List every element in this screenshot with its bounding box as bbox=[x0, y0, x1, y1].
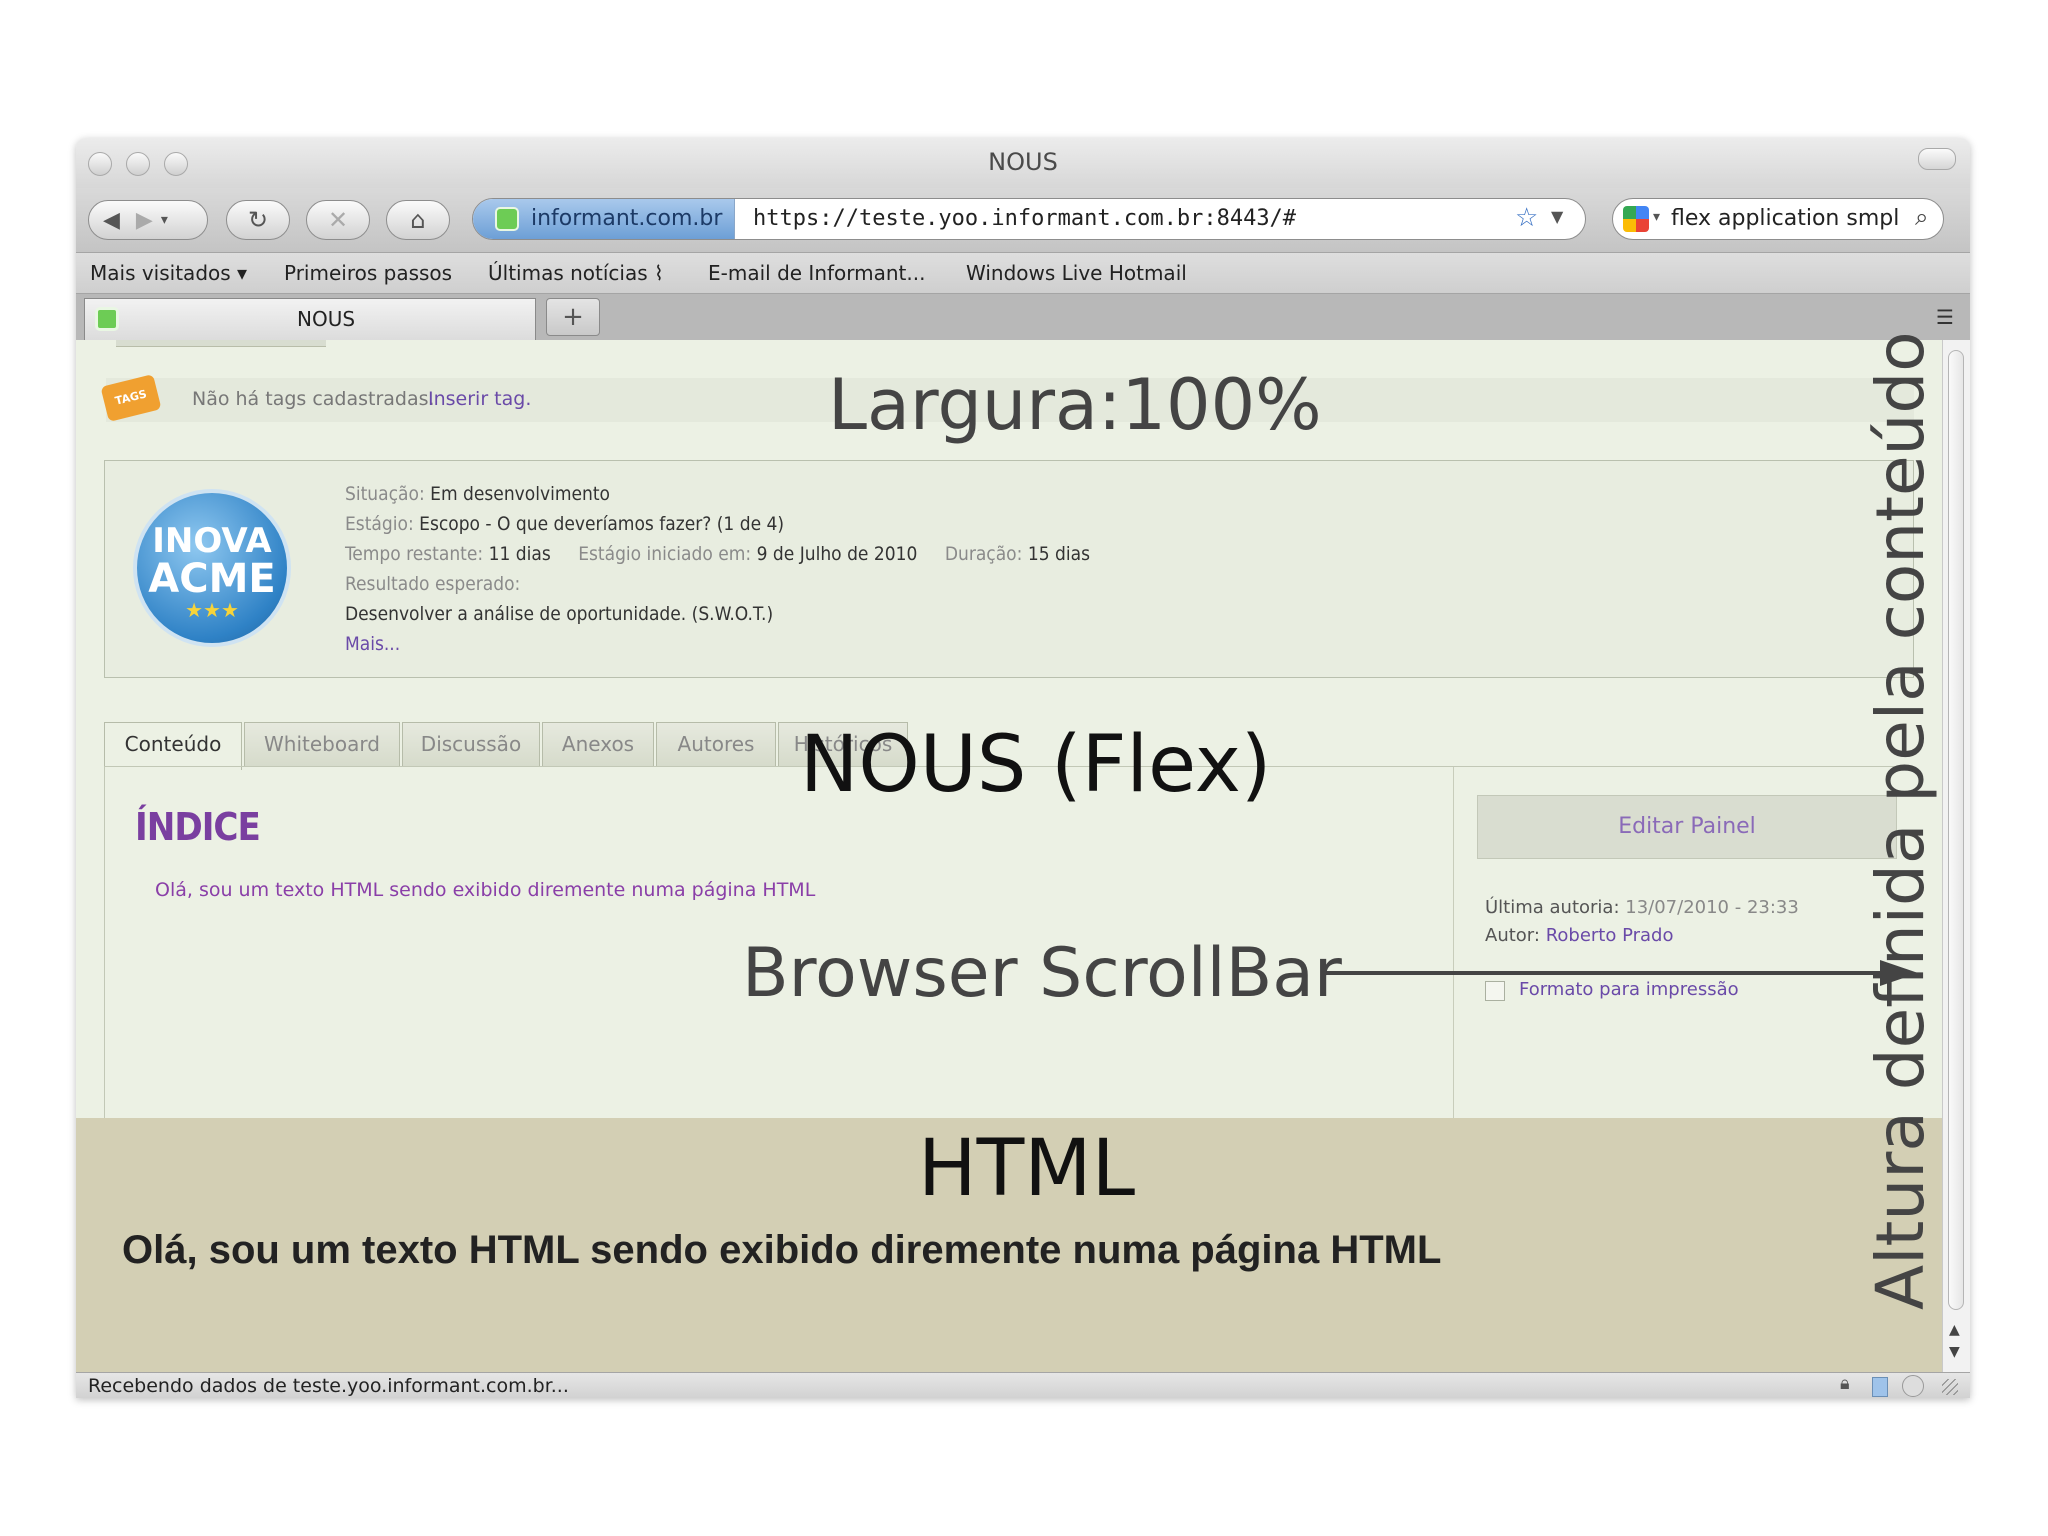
ultima-autoria-row: Última autoria: 13/07/2010 - 23:33 bbox=[1485, 897, 1799, 918]
situacao-value: Em desenvolvimento bbox=[430, 483, 611, 505]
project-info-panel: INOVA ACME ★★★ Situação: Em desenvolvime… bbox=[104, 460, 1914, 678]
editar-painel-button[interactable]: Editar Painel bbox=[1477, 795, 1897, 859]
tab-discussao[interactable]: Discussão bbox=[402, 722, 540, 766]
back-icon[interactable]: ◀ bbox=[103, 208, 120, 233]
addon-icon[interactable] bbox=[1902, 1375, 1924, 1397]
tab-list-icon[interactable]: ☰ bbox=[1928, 300, 1962, 334]
autor-link[interactable]: Roberto Prado bbox=[1546, 925, 1674, 946]
indice-text: Olá, sou um texto HTML sendo exibido dir… bbox=[155, 879, 816, 901]
reload-icon: ↻ bbox=[247, 206, 269, 234]
stop-button[interactable]: ✕ bbox=[306, 200, 370, 240]
url-dropdown-icon[interactable]: ▼ bbox=[1551, 207, 1563, 226]
duracao-label: Duração: bbox=[944, 543, 1023, 565]
situacao-label: Situação: bbox=[345, 483, 425, 505]
panel-divider bbox=[1453, 767, 1454, 1127]
navigation-toolbar: ◀ ▶ ▾ ↻ ✕ ⌂ informant.com.br https://tes… bbox=[76, 188, 1970, 253]
iniciado-label: Estágio iniciado em: bbox=[578, 543, 752, 565]
bookmark-ultimas-noticias[interactable]: Últimas notícias ⌇ bbox=[488, 261, 664, 285]
scrollbar-thumb[interactable] bbox=[1948, 350, 1964, 1310]
page-content: TAGS Não há tags cadastradas. Inserir ta… bbox=[76, 340, 1942, 1372]
browser-scrollbar[interactable]: ▲ ▼ bbox=[1942, 340, 1970, 1372]
bookmarks-bar: Mais visitados ▾ Primeiros passos Última… bbox=[76, 253, 1970, 294]
annotation-largura: Largura:100% bbox=[828, 364, 1322, 446]
ultima-value: 13/07/2010 - 23:33 bbox=[1625, 897, 1799, 918]
home-icon: ⌂ bbox=[410, 206, 426, 234]
estagio-label: Estágio: bbox=[345, 513, 414, 535]
tab-nous[interactable]: NOUS bbox=[84, 298, 536, 340]
scroll-up-icon[interactable]: ▲ bbox=[1949, 1322, 1960, 1338]
insert-tag-link[interactable]: Inserir tag. bbox=[428, 388, 531, 410]
bookmark-star-icon[interactable]: ☆ bbox=[1515, 203, 1538, 233]
home-button[interactable]: ⌂ bbox=[386, 200, 450, 240]
bookmark-email-informant[interactable]: E-mail de Informant... bbox=[708, 261, 925, 285]
resultado-label-text: Resultado esperado: bbox=[345, 573, 521, 595]
resize-grip-icon[interactable] bbox=[1942, 1379, 1958, 1395]
reload-button[interactable]: ↻ bbox=[226, 200, 290, 240]
status-text: Recebendo dados de teste.yoo.informant.c… bbox=[88, 1375, 569, 1397]
scroll-down-icon[interactable]: ▼ bbox=[1949, 1344, 1960, 1360]
annotation-arrow bbox=[1324, 960, 1918, 986]
status-bar: Recebendo dados de teste.yoo.informant.c… bbox=[76, 1372, 1970, 1398]
logo-stars-icon: ★★★ bbox=[185, 598, 239, 622]
tab-title: NOUS bbox=[297, 307, 356, 331]
site-identity-button[interactable]: informant.com.br bbox=[473, 199, 735, 239]
autor-label: Autor: bbox=[1485, 925, 1540, 946]
bookmark-windows-live-hotmail[interactable]: Windows Live Hotmail bbox=[966, 261, 1187, 285]
url-text[interactable]: https://teste.yoo.informant.com.br:8443/… bbox=[753, 199, 1296, 239]
tab-conteudo[interactable]: Conteúdo bbox=[104, 722, 242, 770]
annotation-altura: Altura definida pela conteúdo bbox=[1862, 331, 1939, 1310]
title-bar: NOUS bbox=[76, 138, 1970, 188]
indice-title: ÍNDICE bbox=[135, 805, 261, 849]
history-dropdown-icon[interactable]: ▾ bbox=[161, 212, 168, 228]
search-bar[interactable]: ▾ flex application smpl ⌕ bbox=[1612, 198, 1944, 240]
lock-icon[interactable]: 🔒︎ bbox=[1840, 1373, 1850, 1394]
stop-icon: ✕ bbox=[327, 206, 349, 234]
identity-domain: informant.com.br bbox=[531, 206, 723, 231]
estagio-value: Escopo - O que deveríamos fazer? (1 de 4… bbox=[419, 513, 785, 535]
estagio-row: Estágio: Escopo - O que deveríamos fazer… bbox=[345, 513, 784, 535]
html-section-text: Olá, sou um texto HTML sendo exibido dir… bbox=[122, 1228, 1442, 1272]
autor-row: Autor: Roberto Prado bbox=[1485, 925, 1674, 946]
situacao-row: Situação: Em desenvolvimento bbox=[345, 483, 610, 505]
tab-whiteboard[interactable]: Whiteboard bbox=[244, 722, 400, 766]
tempo-row: Tempo restante: 11 dias Estágio iniciado… bbox=[345, 543, 1090, 565]
url-bar[interactable]: informant.com.br https://teste.yoo.infor… bbox=[472, 198, 1586, 240]
forward-icon[interactable]: ▶ bbox=[136, 208, 153, 233]
tempo-value: 11 dias bbox=[488, 543, 551, 565]
iniciado-value: 9 de Julho de 2010 bbox=[756, 543, 918, 565]
collapsed-header-tab[interactable] bbox=[116, 340, 326, 347]
logo-line2: ACME bbox=[148, 556, 276, 602]
window-title: NOUS bbox=[988, 148, 1058, 176]
search-icon[interactable]: ⌕ bbox=[1915, 203, 1928, 231]
tempo-label: Tempo restante: bbox=[345, 543, 484, 565]
search-engine-dropdown-icon[interactable]: ▾ bbox=[1653, 209, 1660, 225]
mais-link[interactable]: Mais... bbox=[345, 633, 400, 655]
annotation-browser-scrollbar: Browser ScrollBar bbox=[742, 934, 1342, 1013]
duracao-value: 15 dias bbox=[1027, 543, 1091, 565]
tags-empty-text: Não há tags cadastradas. bbox=[192, 388, 435, 410]
resultado-label: Resultado esperado: bbox=[345, 573, 520, 595]
annotation-nous-flex: NOUS (Flex) bbox=[800, 720, 1272, 810]
tab-bar: NOUS + ☰ bbox=[76, 294, 1970, 341]
search-engine-icon[interactable] bbox=[1623, 206, 1649, 232]
page-info-icon[interactable] bbox=[1872, 1377, 1888, 1397]
logo-line1: INOVA bbox=[152, 521, 272, 561]
annotation-html: HTML bbox=[918, 1124, 1136, 1214]
site-favicon-icon bbox=[495, 207, 519, 231]
tab-favicon-icon bbox=[95, 307, 119, 331]
inova-acme-logo: INOVA ACME ★★★ bbox=[133, 489, 291, 647]
new-tab-button[interactable]: + bbox=[546, 298, 600, 336]
resultado-value: Desenvolver a análise de oportunidade. (… bbox=[345, 603, 774, 625]
tags-badge-icon: TAGS bbox=[100, 374, 162, 422]
search-input[interactable]: flex application smpl bbox=[1671, 206, 1899, 231]
back-forward-buttons[interactable]: ◀ ▶ ▾ bbox=[88, 200, 208, 240]
tab-anexos[interactable]: Anexos bbox=[542, 722, 654, 766]
ultima-label: Última autoria: bbox=[1485, 897, 1620, 918]
toolbar-toggle-button[interactable] bbox=[1918, 148, 1956, 170]
bookmark-primeiros-passos[interactable]: Primeiros passos bbox=[284, 261, 452, 285]
bookmark-mais-visitados[interactable]: Mais visitados ▾ bbox=[90, 261, 247, 285]
tab-autores[interactable]: Autores bbox=[656, 722, 776, 766]
